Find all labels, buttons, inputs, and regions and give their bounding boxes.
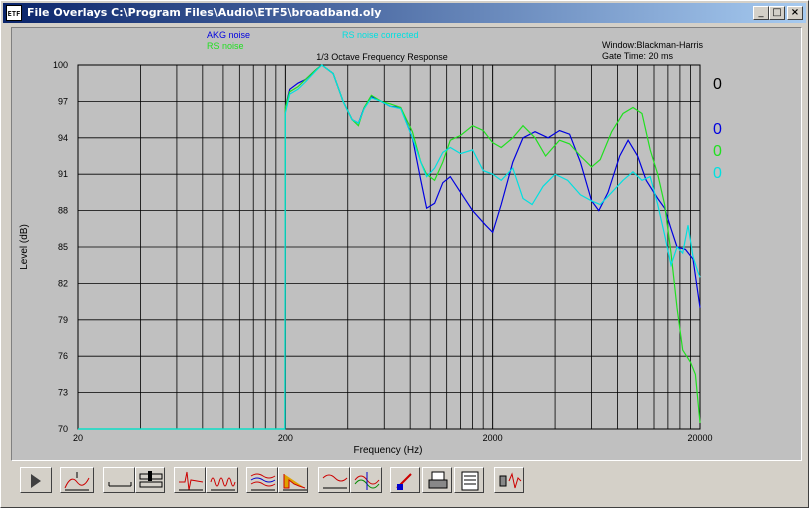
maximize-icon: □ [772, 7, 782, 18]
y-tick-label: 94 [58, 133, 68, 143]
y-tick-label: 73 [58, 388, 68, 398]
y-axis-label: Level (dB) [19, 224, 30, 270]
window-title: File Overlays C:\Program Files\Audio\ETF… [27, 6, 382, 19]
y-tick-label: 70 [58, 424, 68, 434]
y-tick-label: 91 [58, 169, 68, 179]
chart-frame: 100 97 94 91 88 85 82 79 76 73 70 20 200 2000 20000 A… [11, 27, 802, 461]
play-icon [31, 474, 41, 488]
print-button[interactable] [422, 467, 452, 493]
freq-response-button[interactable] [318, 467, 350, 493]
speaker-icon [499, 472, 522, 489]
x-tick-label: 200 [278, 433, 293, 443]
value-readout-rs-corrected: 0 [713, 165, 722, 182]
multi-overlay-button[interactable] [246, 467, 278, 493]
play-button[interactable] [20, 467, 52, 493]
color-icon [396, 473, 412, 490]
freq-response-icon [322, 474, 348, 489]
step-button[interactable] [206, 467, 238, 493]
app-window: ETF File Overlays C:\Program Files\Audio… [0, 0, 809, 508]
y-tick-labels: 100 97 94 91 88 85 82 79 76 73 70 [53, 60, 68, 434]
speaker-button[interactable] [494, 467, 524, 493]
printer-icon [428, 471, 448, 489]
y-tick-label: 97 [58, 96, 68, 106]
value-readout-rs: 0 [713, 143, 722, 160]
y-tick-label: 88 [58, 206, 68, 216]
legend-rs: RS noise [207, 41, 244, 51]
gate-time-info: Gate Time: 20 ms [602, 51, 674, 61]
close-button[interactable]: × [787, 6, 803, 20]
impulse-icon [179, 471, 204, 491]
cursor-button[interactable] [135, 467, 165, 493]
y-tick-label: 76 [58, 351, 68, 361]
baseline-icon [108, 482, 132, 487]
x-axis-label: Frequency (Hz) [354, 445, 423, 456]
cursor-icon [139, 471, 163, 488]
chart-title: 1/3 Octave Frequency Response [316, 52, 448, 62]
chart-grid [77, 64, 701, 430]
window-info: Window:Blackman-Harris [602, 40, 704, 50]
multi-overlay-icon [250, 473, 276, 491]
decay-icon [283, 474, 307, 491]
y-tick-label: 85 [58, 242, 68, 252]
value-readout-reference: 0 [713, 76, 722, 93]
notes-button[interactable] [454, 467, 484, 493]
legend-rs-corrected: RS noise corrected [342, 30, 419, 40]
waterfall-button[interactable] [350, 467, 382, 493]
color-button[interactable] [390, 467, 420, 493]
app-icon: ETF [6, 5, 22, 21]
close-icon: × [790, 7, 800, 18]
legend-akg: AKG noise [207, 30, 250, 40]
frequency-response-chart[interactable]: 100 97 94 91 88 85 82 79 76 73 70 20 200 2000 20000 A… [12, 28, 801, 460]
value-readout-akg: 0 [713, 121, 722, 138]
overlay-icon [64, 472, 90, 491]
title-bar[interactable]: ETF File Overlays C:\Program Files\Audio… [3, 3, 806, 23]
x-tick-label: 2000 [483, 433, 503, 443]
minimize-icon: _ [758, 7, 764, 18]
x-tick-labels: 20 200 2000 20000 [73, 433, 713, 443]
x-tick-label: 20000 [687, 433, 712, 443]
y-tick-label: 82 [58, 278, 68, 288]
impulse-button[interactable] [174, 467, 206, 493]
maximize-button[interactable]: □ [769, 6, 785, 20]
minimize-button[interactable]: _ [753, 6, 769, 20]
decay-button[interactable] [278, 467, 308, 493]
x-tick-label: 20 [73, 433, 83, 443]
baseline-button[interactable] [103, 467, 135, 493]
y-tick-label: 79 [58, 315, 68, 325]
step-icon [210, 477, 236, 491]
notes-icon [461, 471, 479, 491]
y-tick-label: 100 [53, 60, 68, 70]
waterfall-icon [354, 472, 380, 490]
overlay-button[interactable] [60, 467, 94, 493]
